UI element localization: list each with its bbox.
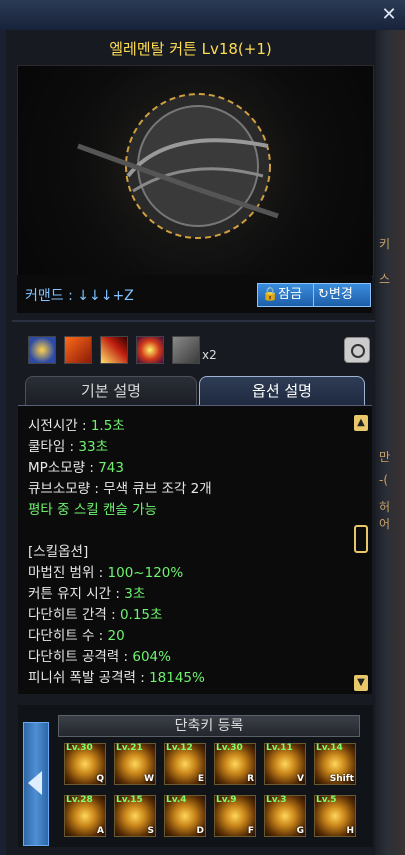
rune-icon[interactable] bbox=[172, 336, 200, 364]
skill-level: Lv.21 bbox=[116, 743, 143, 753]
skill-level: Lv.12 bbox=[166, 743, 193, 753]
scroll-thumb[interactable] bbox=[354, 525, 368, 553]
skill-level: Lv.28 bbox=[66, 795, 93, 805]
option-line: 마법진 범위 : 100~120% bbox=[28, 565, 184, 581]
background-text: 허어 bbox=[379, 500, 391, 531]
cooldown-line: 쿨타임 : 33초 bbox=[28, 439, 109, 455]
skill-level: Lv.11 bbox=[266, 743, 293, 753]
cancel-note: 평타 중 스킬 캔슬 가능 bbox=[28, 502, 157, 518]
tab-basic-description[interactable]: 기본 설명 bbox=[25, 376, 197, 405]
rune-count: x2 bbox=[202, 348, 217, 362]
skill-level: Lv.30 bbox=[216, 743, 243, 753]
skill-key: H bbox=[346, 826, 354, 836]
skill-key: A bbox=[97, 826, 104, 836]
skill-key: V bbox=[297, 774, 304, 784]
background-text: 스 bbox=[379, 272, 391, 286]
hotkey-skill-shift[interactable]: Lv.14 Shift bbox=[314, 743, 356, 785]
skill-key: D bbox=[196, 826, 204, 836]
hotkey-skill-s[interactable]: Lv.15 S bbox=[114, 795, 156, 837]
skill-level: Lv.3 bbox=[266, 795, 287, 805]
clock-icon[interactable] bbox=[344, 337, 370, 363]
option-line: 다단히트 수 : 20 bbox=[28, 628, 125, 644]
skill-level: Lv.15 bbox=[116, 795, 143, 805]
background-game-window: 키 스 만 -( 허어 bbox=[375, 30, 405, 855]
scroll-down-button[interactable]: ▼ bbox=[354, 675, 368, 691]
rune-icon[interactable] bbox=[28, 336, 56, 364]
background-text: -( bbox=[379, 473, 389, 487]
skill-option-header: [스킬옵션] bbox=[28, 544, 89, 560]
skill-level: Lv.14 bbox=[316, 743, 343, 753]
skill-key: G bbox=[296, 826, 304, 836]
skill-level: Lv.30 bbox=[66, 743, 93, 753]
command-text: 커맨드 : ↓↓↓+Z bbox=[25, 288, 134, 304]
cube-cost-line: 큐브소모량 : 무색 큐브 조각 2개 bbox=[28, 481, 212, 497]
hotkey-skill-g[interactable]: Lv.3 G bbox=[264, 795, 306, 837]
rune-icon[interactable] bbox=[136, 336, 164, 364]
section-divider bbox=[12, 320, 375, 322]
skill-key: S bbox=[147, 826, 154, 836]
skill-key: E bbox=[197, 774, 204, 784]
tab-option-description[interactable]: 옵션 설명 bbox=[199, 376, 365, 405]
cast-time-line: 시전시간 : 1.5초 bbox=[28, 418, 125, 434]
option-line: 커튼 유지 시간 : 3초 bbox=[28, 586, 146, 602]
hotkey-skill-f[interactable]: Lv.9 F bbox=[214, 795, 256, 837]
option-description-area: 시전시간 : 1.5초 쿨타임 : 33초 MP소모량 : 743 큐브소모량 … bbox=[18, 405, 372, 694]
skill-title: 엘레멘탈 커튼 Lv18(+1) bbox=[109, 40, 272, 58]
hotkey-skill-v[interactable]: Lv.11 V bbox=[264, 743, 306, 785]
hotkey-skill-e[interactable]: Lv.12 E bbox=[164, 743, 206, 785]
skill-key: F bbox=[247, 826, 254, 836]
hotkey-skill-d[interactable]: Lv.4 D bbox=[164, 795, 206, 837]
lock-button[interactable]: 🔒잠금 bbox=[257, 283, 315, 307]
option-line: 다단히트 간격 : 0.15초 bbox=[28, 607, 163, 623]
hotkey-skill-a[interactable]: Lv.28 A bbox=[64, 795, 106, 837]
hotkey-skill-h[interactable]: Lv.5 H bbox=[314, 795, 356, 837]
background-text: 만 bbox=[379, 450, 391, 464]
skill-level: Lv.5 bbox=[316, 795, 337, 805]
mp-cost-line: MP소모량 : 743 bbox=[28, 460, 124, 476]
hotkey-prev-arrow[interactable] bbox=[23, 722, 49, 846]
hotkey-skill-q[interactable]: Lv.30 Q bbox=[64, 743, 106, 785]
change-button[interactable]: ↻변경 bbox=[313, 283, 371, 307]
skill-level: Lv.9 bbox=[216, 795, 237, 805]
window-title-bar: ✕ bbox=[0, 0, 405, 31]
hotkey-skill-w[interactable]: Lv.21 W bbox=[114, 743, 156, 785]
skill-key: Shift bbox=[329, 774, 354, 784]
rune-icon[interactable] bbox=[64, 336, 92, 364]
skill-portrait bbox=[17, 65, 374, 277]
close-icon[interactable]: ✕ bbox=[379, 5, 399, 25]
rune-icon[interactable] bbox=[100, 336, 128, 364]
skill-key: W bbox=[144, 774, 154, 784]
option-line: 다단히트 공격력 : 604% bbox=[28, 649, 171, 665]
skill-key: Q bbox=[96, 774, 104, 784]
hotkey-register-title: 단축키 등록 bbox=[58, 715, 360, 737]
scroll-up-button[interactable]: ▲ bbox=[354, 415, 368, 431]
background-text: 키 bbox=[379, 237, 391, 251]
command-row: 커맨드 : ↓↓↓+Z 🔒잠금 ↻변경 bbox=[17, 275, 372, 313]
skill-level: Lv.4 bbox=[166, 795, 187, 805]
option-line: 피니쉬 폭발 공격력 : 18145% bbox=[28, 670, 205, 686]
skill-key: R bbox=[247, 774, 254, 784]
hotkey-skill-r[interactable]: Lv.30 R bbox=[214, 743, 256, 785]
description-scrollbar[interactable]: ▲ ▼ bbox=[354, 415, 368, 691]
